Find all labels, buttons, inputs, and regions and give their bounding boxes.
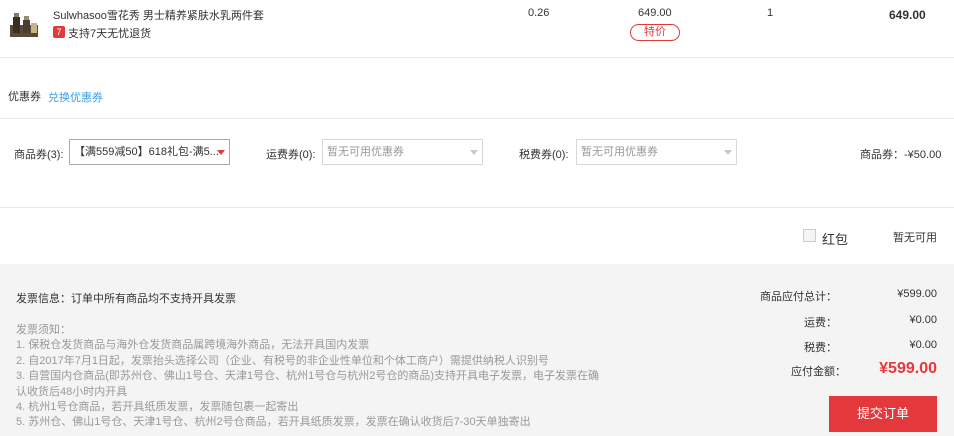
coupon-section-title: 优惠券 — [8, 91, 41, 103]
goods-total-value: ¥599.00 — [897, 288, 937, 300]
notice-line: 1. 保税仓发货商品与海外仓发货商品属跨境海外商品，无法开具国内发票 — [16, 339, 370, 352]
tax-coupon-select[interactable]: 暂无可用优惠券 — [576, 139, 737, 165]
chevron-down-icon — [217, 150, 225, 155]
notice-line: 5. 苏州仓、佛山1号仓、天津1号仓、杭州2号仓商品，若开具纸质发票，发票在确认… — [16, 416, 531, 429]
payable-amount: ¥599.00 — [879, 360, 937, 377]
invoice-info: 发票信息：订单中所有商品均不支持开具发票 — [16, 293, 236, 305]
goods-coupon-discount: 商品券：-¥50.00 — [860, 149, 942, 161]
order-footer: 发票信息：订单中所有商品均不支持开具发票 发票须知： 1. 保税仓发货商品与海外… — [0, 264, 954, 436]
product-weight: 0.26 — [528, 7, 550, 19]
tax-row: 税费： ¥0.00 — [737, 339, 937, 354]
return-badge-icon: 7 — [53, 26, 65, 38]
product-quantity: 1 — [767, 7, 774, 19]
product-price: 649.00 — [638, 7, 672, 19]
shipping-row: 运费： ¥0.00 — [737, 314, 937, 329]
redpack-status: 暂无可用 — [893, 232, 937, 244]
chevron-down-icon — [724, 150, 732, 155]
notice-line: 认收货后48小时内开具 — [16, 385, 128, 398]
shipping-value: ¥0.00 — [909, 314, 937, 326]
product-subtotal: 649.00 — [889, 8, 926, 22]
submit-order-button[interactable]: 提交订单 — [829, 396, 937, 432]
payable-label: 应付金额： — [791, 366, 846, 378]
goods-coupon-value: 【满559减50】618礼包-满5... — [74, 146, 219, 158]
return-policy: 支持7天无忧退货 — [68, 28, 152, 40]
goods-coupon-label: 商品券(3): — [14, 149, 64, 161]
goods-coupon-select[interactable]: 【满559减50】618礼包-满5... — [69, 139, 230, 165]
redpack-checkbox[interactable] — [803, 229, 816, 242]
tax-value: ¥0.00 — [909, 339, 937, 351]
coupon-selectors: 商品券(3): 【满559减50】618礼包-满5... 运费券(0): 暂无可… — [0, 118, 954, 208]
shipping-label: 运费： — [804, 317, 837, 329]
product-row: Sulwhasoo雪花秀 男士精养紧肤水乳两件套 7 支持7天无忧退货 0.26… — [0, 0, 954, 58]
invoice-notice: 发票须知： 1. 保税仓发货商品与海外仓发货商品属跨境海外商品，无法开具国内发票… — [16, 323, 606, 431]
shipping-coupon-value: 暂无可用优惠券 — [327, 146, 404, 158]
goods-total-row: 商品应付总计： ¥599.00 — [737, 288, 937, 303]
redpack-label: 红包 — [822, 232, 849, 247]
product-name[interactable]: Sulwhasoo雪花秀 男士精养紧肤水乳两件套 — [53, 7, 264, 23]
tax-coupon-value: 暂无可用优惠券 — [581, 146, 658, 158]
tax-coupon-label: 税费券(0): — [519, 149, 569, 161]
goods-total-label: 商品应付总计： — [760, 291, 837, 303]
product-thumbnail[interactable] — [9, 11, 39, 39]
notice-line: 发票须知： — [16, 324, 71, 336]
notice-line: 3. 自营国内仓商品(即苏州仓、佛山1号仓、天津1号仓、杭州1号仓与杭州2号仓的… — [16, 370, 600, 383]
exchange-coupon-link[interactable]: 兑换优惠券 — [48, 89, 103, 105]
tax-label: 税费： — [804, 342, 837, 354]
notice-line: 2. 自2017年7月1日起，发票抬头选择公司（企业、有税号的非企业性单位和个体… — [16, 354, 549, 367]
special-price-tag: 特价 — [630, 24, 680, 41]
notice-line: 4. 杭州1号仓商品，若开具纸质发票，发票随包裹一起寄出 — [16, 401, 299, 414]
chevron-down-icon — [470, 150, 478, 155]
shipping-coupon-label: 运费券(0): — [266, 149, 316, 161]
shipping-coupon-select[interactable]: 暂无可用优惠券 — [322, 139, 483, 165]
